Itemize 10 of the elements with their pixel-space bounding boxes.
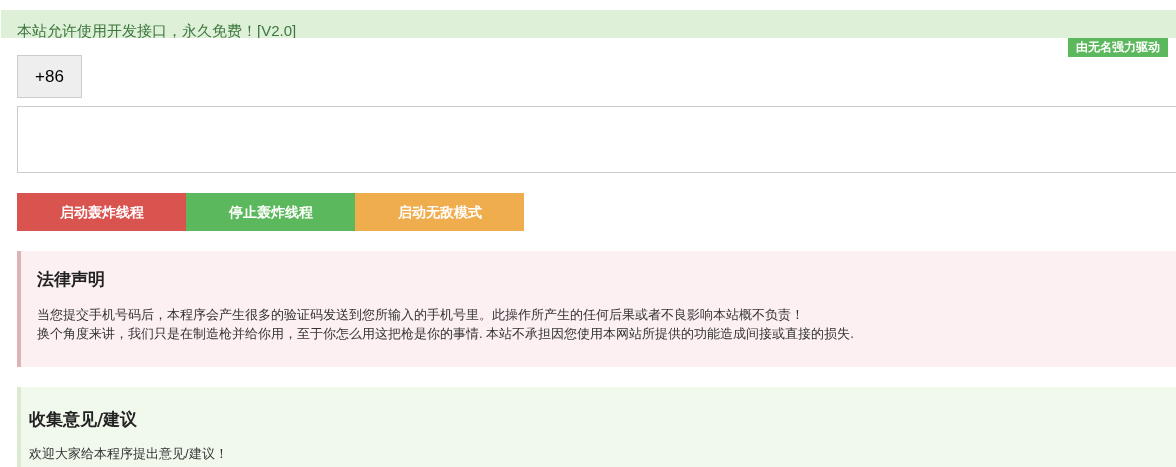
country-code[interactable]: +86 (17, 55, 82, 98)
phone-input-field[interactable] (17, 106, 1176, 173)
notice-title: 收集意见/建议 (29, 407, 139, 431)
action-button[interactable]: 停止轰炸线程 (186, 193, 355, 231)
notice-text: 换个角度来讲，我们只是在制造枪并给你用，至于你怎么用这把枪是你的事情. 本站不承担因您使用本网站所提供的功能造成间接或直接的损失. (37, 324, 855, 343)
notice-text: 欢迎大家给本程序提出意见/建议！ (29, 445, 229, 463)
powered-by-badge: 由无名强力驱动 (1068, 38, 1168, 57)
notice-text: 当您提交手机号码后，本程序会产生很多的验证码发送到您所输入的手机号里。此操作所产生的任何后果或者不良影响本站概不负责！ (37, 305, 805, 324)
notice-title: 法律声明 (37, 268, 106, 291)
action-button[interactable]: 启动轰炸线程 (17, 193, 186, 231)
